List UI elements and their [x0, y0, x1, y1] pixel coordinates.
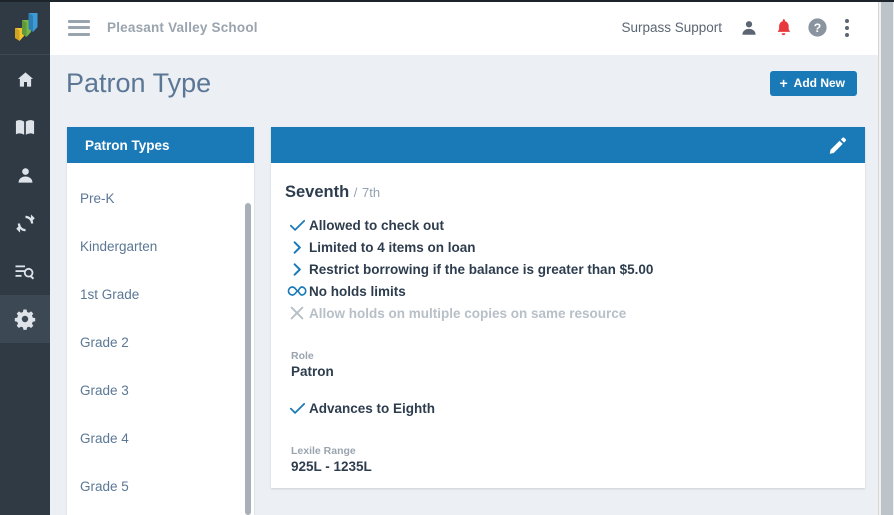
application-window: Pleasant Valley School Surpass Support ?… — [0, 0, 894, 515]
attribute-row-holds-limits: No holds limits — [285, 280, 843, 302]
left-nav-rail — [0, 0, 50, 515]
list-item-label: Grade 3 — [80, 382, 129, 398]
attribute-row-check-out: Allowed to check out — [285, 214, 843, 236]
list-item-label: Grade 4 — [80, 430, 129, 446]
help-button[interactable]: ? — [800, 11, 834, 45]
infinity-icon — [285, 285, 309, 297]
search-list-icon — [14, 262, 36, 281]
attribute-row-balance-restriction: Restrict borrowing if the balance is gre… — [285, 258, 843, 280]
support-user-label: Surpass Support — [621, 20, 722, 35]
lexile-range-label: Lexile Range — [291, 445, 356, 457]
advances-label: Advances to Eighth — [309, 400, 436, 416]
rail-item-circulation[interactable] — [0, 199, 50, 247]
add-new-button[interactable]: + Add New — [770, 70, 857, 96]
list-item[interactable]: Grade 4 — [67, 414, 254, 462]
kebab-menu-icon — [845, 17, 849, 38]
more-menu-button[interactable] — [834, 11, 860, 45]
attribute-label: Restrict borrowing if the balance is gre… — [309, 261, 654, 277]
detail-title-name: Seventh — [285, 183, 350, 201]
book-icon — [14, 118, 36, 137]
person-icon — [16, 166, 35, 185]
page-header: Patron Type + Add New — [50, 55, 878, 111]
hamburger-bar-3 — [68, 32, 90, 36]
list-item-label: Grade 2 — [80, 334, 129, 350]
patron-types-header: Patron Types — [67, 127, 254, 163]
detail-title: Seventh / 7th — [285, 183, 843, 202]
svg-text:?: ? — [813, 21, 820, 35]
bell-icon — [775, 18, 792, 37]
list-item-label: 1st Grade — [80, 286, 140, 302]
patron-type-detail-panel: Seventh / 7th Allowed to check out Limit… — [271, 127, 865, 488]
list-scrollbar-thumb[interactable] — [245, 203, 251, 515]
home-icon — [15, 70, 36, 89]
user-account-button[interactable] — [732, 11, 766, 45]
lexile-range-field: Lexile Range 925L - 1235L — [285, 445, 843, 474]
rail-item-patrons[interactable] — [0, 151, 50, 199]
list-item[interactable]: Pre-K — [67, 174, 254, 222]
top-bar-actions: Surpass Support ? — [621, 11, 860, 45]
help-circle-icon: ? — [807, 17, 828, 38]
plus-icon: + — [779, 75, 788, 91]
list-scrollbar[interactable] — [245, 203, 251, 515]
list-item-label: Kindergarten — [80, 238, 158, 254]
add-new-label: Add New — [793, 76, 845, 90]
list-item[interactable]: Grade 5 — [67, 462, 254, 510]
hamburger-bar-2 — [68, 26, 90, 29]
kebab-dot-3 — [845, 32, 849, 37]
check-icon — [285, 219, 309, 232]
notifications-button[interactable] — [766, 11, 800, 45]
rail-item-reports[interactable] — [0, 247, 50, 295]
person-icon — [740, 19, 758, 37]
role-label: Role — [291, 350, 314, 362]
attribute-label: No holds limits — [309, 283, 406, 299]
patron-types-panel: Patron Types Pre-K Kindergarten 1st Grad… — [67, 127, 254, 515]
check-icon — [285, 402, 309, 415]
patron-types-list[interactable]: Pre-K Kindergarten 1st Grade Grade 2 Gra… — [67, 163, 254, 515]
page-scrollbar[interactable] — [878, 0, 894, 515]
page-scrollbar-thumb[interactable] — [881, 0, 893, 515]
rail-item-home[interactable] — [0, 55, 50, 103]
attribute-label: Allow holds on multiple copies on same r… — [309, 305, 627, 321]
list-item[interactable]: Kindergarten — [67, 222, 254, 270]
detail-panel-header — [271, 127, 865, 163]
role-field: Role Patron — [285, 350, 843, 379]
attribute-label: Allowed to check out — [309, 217, 445, 233]
role-value: Patron — [291, 364, 334, 379]
top-bar: Pleasant Valley School Surpass Support ? — [50, 0, 878, 55]
rail-item-settings[interactable] — [0, 295, 50, 343]
chevron-right-icon — [285, 262, 309, 276]
circulation-icon — [15, 213, 36, 234]
surpass-logo-icon — [15, 13, 38, 41]
x-icon — [285, 306, 309, 320]
kebab-dot-2 — [845, 25, 849, 30]
detail-title-separator: / — [353, 185, 358, 200]
list-item[interactable]: Grade 2 — [67, 318, 254, 366]
hamburger-icon[interactable] — [68, 19, 90, 36]
detail-title-alt: 7th — [362, 185, 381, 200]
pencil-icon[interactable] — [828, 136, 847, 155]
attribute-row-multiple-copies-holds: Allow holds on multiple copies on same r… — [285, 302, 843, 324]
lexile-range-value: 925L - 1235L — [291, 459, 372, 474]
school-name: Pleasant Valley School — [107, 20, 258, 35]
list-item[interactable]: Grade 3 — [67, 366, 254, 414]
list-item-label: Pre-K — [80, 190, 115, 206]
page-title: Patron Type — [66, 67, 212, 98]
detail-panel-body: Seventh / 7th Allowed to check out Limit… — [271, 163, 865, 474]
attribute-row-advances: Advances to Eighth — [285, 397, 843, 419]
attribute-label: Limited to 4 items on loan — [309, 239, 476, 255]
hamburger-bar-1 — [68, 19, 90, 23]
rail-item-catalog[interactable] — [0, 103, 50, 151]
attribute-row-loan-limit: Limited to 4 items on loan — [285, 236, 843, 258]
list-item[interactable]: 1st Grade — [67, 270, 254, 318]
kebab-dot-1 — [845, 18, 849, 23]
app-logo[interactable] — [0, 0, 50, 55]
window-top-edge — [0, 0, 894, 2]
chevron-right-icon — [285, 240, 309, 254]
gear-icon — [14, 308, 36, 330]
list-item-label: Grade 5 — [80, 478, 129, 494]
